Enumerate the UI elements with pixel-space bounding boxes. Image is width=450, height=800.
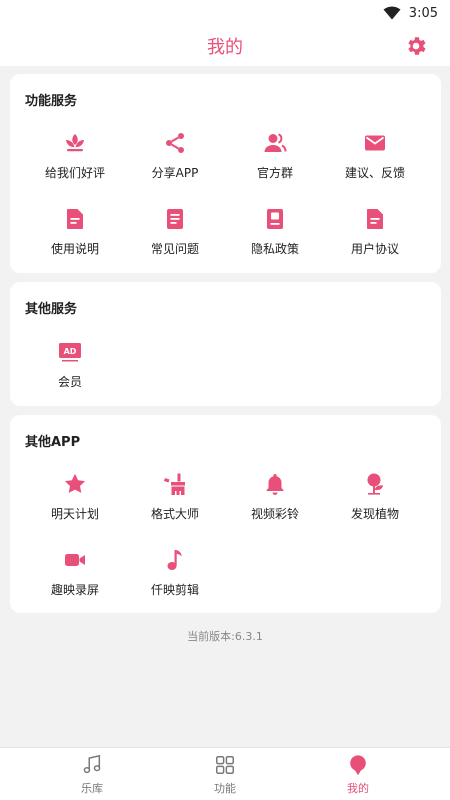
profile-icon <box>350 755 366 776</box>
page-title: 我的 <box>207 37 243 58</box>
group-icon <box>264 133 287 152</box>
item-label: 会员 <box>57 375 82 389</box>
document-icon <box>67 209 83 229</box>
share-app-item[interactable]: 分享APP <box>125 131 225 181</box>
item-label: 视频彩铃 <box>250 507 299 521</box>
official-group-item[interactable]: 官方群 <box>225 131 325 181</box>
music-note-icon <box>167 550 182 570</box>
section-title: 功能服务 <box>25 94 78 109</box>
video-edit-item[interactable]: 仟映剪辑 <box>125 548 225 598</box>
page-header: 我的 <box>0 26 450 66</box>
function-services-card: 功能服务 给我们好评 分享APP 官方群 建议、反馈 使用说明 常见问题 隐私政… <box>10 74 441 273</box>
ad-icon: AD <box>59 343 81 362</box>
status-time: 3:05 <box>408 5 438 21</box>
nav-label: 乐库 <box>81 782 103 795</box>
section-title: 其他服务 <box>25 302 78 317</box>
section-title: 其他APP <box>25 435 81 450</box>
settings-gear-icon[interactable] <box>404 34 428 58</box>
bottom-nav: 乐库 功能 我的 <box>0 747 450 800</box>
item-label: 仟映剪辑 <box>150 583 199 597</box>
item-label: 官方群 <box>256 166 293 180</box>
rate-us-item[interactable]: 给我们好评 <box>25 131 125 181</box>
tomorrow-plan-item[interactable]: 明天计划 <box>25 472 125 522</box>
screen-record-item[interactable]: 趣映录屏 <box>25 548 125 598</box>
mail-icon <box>365 135 385 151</box>
ad-badge-text: AD <box>64 347 77 356</box>
flower-icon <box>66 134 84 152</box>
star-icon <box>64 473 86 493</box>
agreement-icon <box>367 209 383 229</box>
plant-icon <box>367 473 383 495</box>
format-master-item[interactable]: 格式大师 <box>125 472 225 522</box>
video-camera-icon <box>65 554 85 566</box>
discover-plants-item[interactable]: 发现植物 <box>325 472 425 522</box>
feedback-item[interactable]: 建议、反馈 <box>325 131 425 181</box>
other-services-card: 其他服务 AD 会员 <box>10 282 441 406</box>
instructions-item[interactable]: 使用说明 <box>25 207 125 257</box>
item-label: 格式大师 <box>150 507 199 521</box>
nav-mine[interactable]: 我的 <box>283 748 433 800</box>
item-label: 建议、反馈 <box>344 166 405 180</box>
grid-icon <box>216 756 234 774</box>
nav-music-library[interactable]: 乐库 <box>17 748 167 800</box>
item-label: 发现植物 <box>350 507 399 521</box>
wifi-icon <box>383 6 401 20</box>
item-label: 隐私政策 <box>250 242 299 256</box>
privacy-icon <box>267 209 283 229</box>
nav-label: 我的 <box>347 782 369 795</box>
nav-functions[interactable]: 功能 <box>150 748 300 800</box>
item-label: 分享APP <box>151 166 199 180</box>
faq-icon <box>167 209 183 229</box>
item-label: 趣映录屏 <box>50 583 99 597</box>
user-agreement-item[interactable]: 用户协议 <box>325 207 425 257</box>
item-label: 明天计划 <box>50 507 99 521</box>
video-ringtone-item[interactable]: 视频彩铃 <box>225 472 325 522</box>
other-apps-card: 其他APP 明天计划 格式大师 视频彩铃 发现植物 趣映录屏 仟映剪辑 <box>10 415 441 613</box>
broom-icon <box>164 473 185 495</box>
nav-label: 功能 <box>214 782 236 795</box>
music-library-icon <box>83 754 101 774</box>
version-text: 当前版本:6.3.1 <box>187 630 263 643</box>
share-icon <box>166 133 184 153</box>
faq-item[interactable]: 常见问题 <box>125 207 225 257</box>
item-label: 常见问题 <box>150 242 199 256</box>
bell-icon <box>266 474 284 495</box>
privacy-policy-item[interactable]: 隐私政策 <box>225 207 325 257</box>
item-label: 用户协议 <box>350 242 399 256</box>
membership-item[interactable]: AD 会员 <box>20 340 120 390</box>
item-label: 使用说明 <box>50 242 99 256</box>
item-label: 给我们好评 <box>44 166 105 180</box>
status-bar: 3:05 <box>0 0 450 26</box>
